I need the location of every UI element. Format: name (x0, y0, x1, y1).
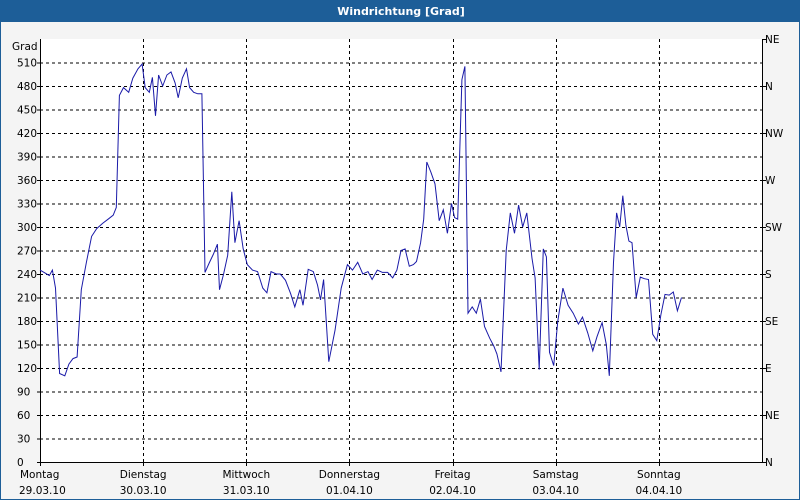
right-tick-label: SE (765, 316, 778, 328)
x-tick-day: Freitag (435, 469, 471, 481)
x-tick-date: 29.03.10 (19, 485, 66, 497)
y-tick-label: 60 (17, 410, 30, 422)
y-tick-label: 150 (17, 340, 37, 352)
x-tick-day: Montag (20, 469, 59, 481)
x-tick-date: 02.04.10 (429, 485, 476, 497)
x-tick-date: 30.03.10 (120, 485, 167, 497)
y-tick-label: 390 (17, 152, 37, 164)
y-tick-label: 510 (17, 58, 37, 70)
x-tick-date: 31.03.10 (223, 485, 270, 497)
y-tick-label: 120 (17, 363, 37, 375)
right-ticks: NNEESESSWWNWNNEESES (762, 34, 784, 469)
y-tick-label: 480 (17, 81, 37, 93)
y-tick-label: 420 (17, 128, 37, 140)
y-tick-label: 0 (17, 457, 24, 469)
right-tick-label: S (765, 269, 772, 281)
x-ticks: Montag 29.03.10 Dienstag 30.03.10 Mittwoch 31… (19, 462, 682, 497)
y-tick-label: 210 (17, 293, 37, 305)
right-tick-label: W (765, 175, 776, 187)
y-tick-label: 180 (17, 316, 37, 328)
y-tick-label: 360 (17, 175, 37, 187)
y-tick-label: 270 (17, 246, 37, 258)
right-tick-label: E (765, 363, 772, 375)
right-tick-label: SW (765, 222, 783, 234)
y-axis-label: Grad (12, 41, 38, 53)
chart-svg: Grad 0 30 60 90 120 150 180 210 240 270 300 330 360 3… (12, 34, 784, 497)
y-tick-label: 30 (17, 434, 30, 446)
y-tick-label: 330 (17, 199, 37, 211)
y-tick-label: 90 (17, 387, 30, 399)
x-tick-day: Sonntag (637, 469, 681, 481)
x-tick-date: 01.04.10 (326, 485, 373, 497)
right-tick-label: N (765, 457, 773, 469)
y-tick-label: 240 (17, 269, 37, 281)
x-tick-day: Samstag (533, 469, 579, 481)
x-tick-date: 03.04.10 (532, 485, 579, 497)
x-tick-day: Dienstag (120, 469, 167, 481)
right-tick-label: NE (765, 410, 780, 422)
right-tick-label: NE (765, 34, 780, 46)
x-tick-day: Donnerstag (319, 469, 380, 481)
right-tick-label: NW (765, 128, 784, 140)
x-tick-day: Mittwoch (222, 469, 270, 481)
y-tick-label: 450 (17, 105, 37, 117)
y-ticks: 0 30 60 90 120 150 180 210 240 270 300 330 360 390 420… (17, 58, 40, 469)
y-tick-label: 300 (17, 222, 37, 234)
right-tick-label: N (765, 81, 773, 93)
x-tick-date: 04.04.10 (635, 485, 682, 497)
